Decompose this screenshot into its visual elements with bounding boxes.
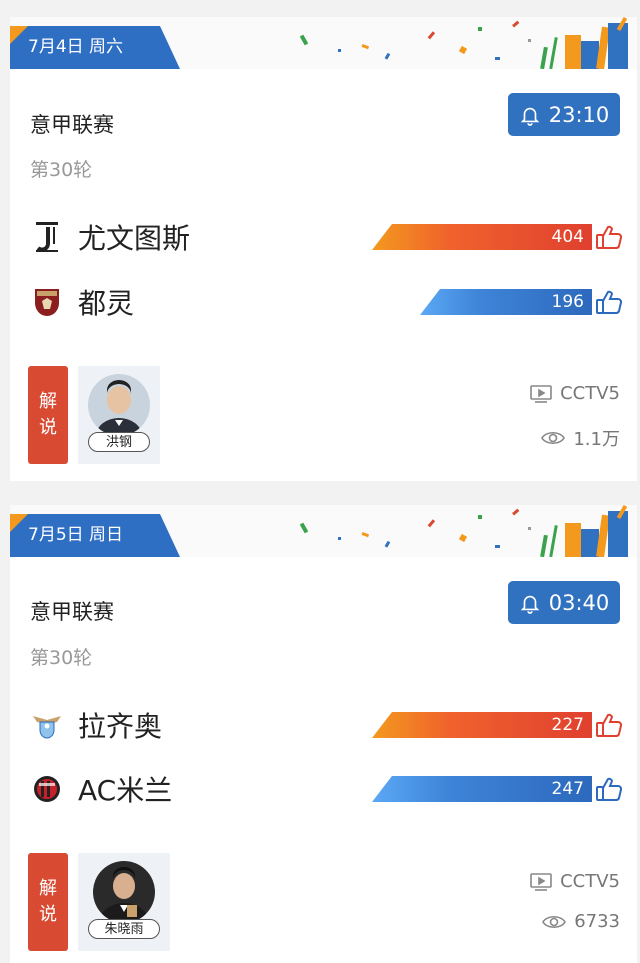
commentary-tag: 解 说	[28, 853, 68, 951]
team-name: AC米兰	[78, 774, 173, 807]
round-label: 第30轮	[30, 159, 93, 181]
commentator-card[interactable]: 洪钢	[78, 366, 160, 464]
thumbs-up-icon[interactable]	[595, 288, 623, 316]
thumbs-up-icon[interactable]	[595, 711, 623, 739]
round-label: 第30轮	[30, 647, 93, 669]
avatar	[93, 861, 155, 923]
commentary-label-char: 解	[39, 391, 57, 412]
avatar	[88, 374, 150, 436]
team-row-home: 尤文图斯 404	[30, 217, 637, 257]
league-name: 意甲联赛	[30, 600, 114, 624]
commentary-label-char: 说	[39, 417, 57, 438]
vote-count-bar: 227	[372, 712, 592, 738]
vote-count-bar: 247	[372, 776, 592, 802]
ac-milan-logo-icon	[30, 772, 64, 806]
match-time: 23:10	[548, 102, 610, 127]
reminder-time-button[interactable]: 23:10	[508, 93, 620, 136]
team-row-away: 都灵 196	[30, 282, 637, 322]
eye-icon	[541, 431, 566, 445]
vote-count: 404	[551, 227, 584, 247]
team-name: 尤文图斯	[78, 222, 191, 255]
channel-info: CCTV5	[530, 871, 620, 892]
channel-info: CCTV5	[530, 383, 620, 404]
lazio-logo-icon	[30, 708, 64, 742]
eye-icon	[542, 915, 567, 928]
reminder-time-button[interactable]: 03:40	[508, 581, 620, 624]
match-time: 03:40	[548, 590, 610, 615]
channel-name: CCTV5	[560, 871, 620, 892]
torino-logo-icon	[30, 285, 64, 319]
bell-icon	[520, 595, 540, 614]
view-count: 1.1万	[541, 425, 620, 451]
view-count: 6733	[542, 911, 620, 932]
view-count-value: 1.1万	[573, 429, 620, 450]
thumbs-up-icon[interactable]	[595, 223, 623, 251]
vote-count-bar: 196	[420, 289, 592, 315]
commentary-label-char: 说	[39, 904, 57, 925]
vote-count: 227	[551, 715, 584, 735]
view-count-value: 6733	[574, 911, 620, 932]
vote-count: 196	[551, 292, 584, 312]
tv-icon	[530, 384, 552, 403]
commentator-name: 洪钢	[88, 432, 150, 452]
commentator-name: 朱晓雨	[88, 919, 160, 939]
team-row-home: 拉齐奥 227	[30, 705, 637, 745]
thumbs-up-icon[interactable]	[595, 775, 623, 803]
juventus-logo-icon	[30, 220, 64, 254]
date-ribbon: 7月5日 周日	[10, 505, 637, 557]
commentary-label-char: 解	[39, 878, 57, 899]
match-card[interactable]: 7月4日 周六 意甲联赛 第30轮 23:10 尤文图斯 404 都灵 196 …	[10, 17, 637, 481]
confetti-decoration	[299, 505, 628, 557]
team-name: 都灵	[78, 287, 135, 320]
tv-icon	[530, 872, 552, 891]
vote-count: 247	[551, 779, 584, 799]
team-row-away: AC米兰 247	[30, 769, 637, 809]
date-label: 7月4日 周六	[10, 26, 180, 69]
bell-icon	[520, 107, 540, 126]
commentator-card[interactable]: 朱晓雨	[78, 853, 170, 951]
confetti-decoration	[299, 17, 628, 69]
match-card[interactable]: 7月5日 周日 意甲联赛 第30轮 03:40 拉齐奥 227 AC米兰 247…	[10, 505, 637, 963]
date-label: 7月5日 周日	[10, 514, 180, 557]
date-ribbon: 7月4日 周六	[10, 17, 637, 69]
league-name: 意甲联赛	[30, 113, 114, 137]
team-name: 拉齐奥	[78, 710, 163, 743]
vote-count-bar: 404	[372, 224, 592, 250]
channel-name: CCTV5	[560, 383, 620, 404]
commentary-tag: 解 说	[28, 366, 68, 464]
